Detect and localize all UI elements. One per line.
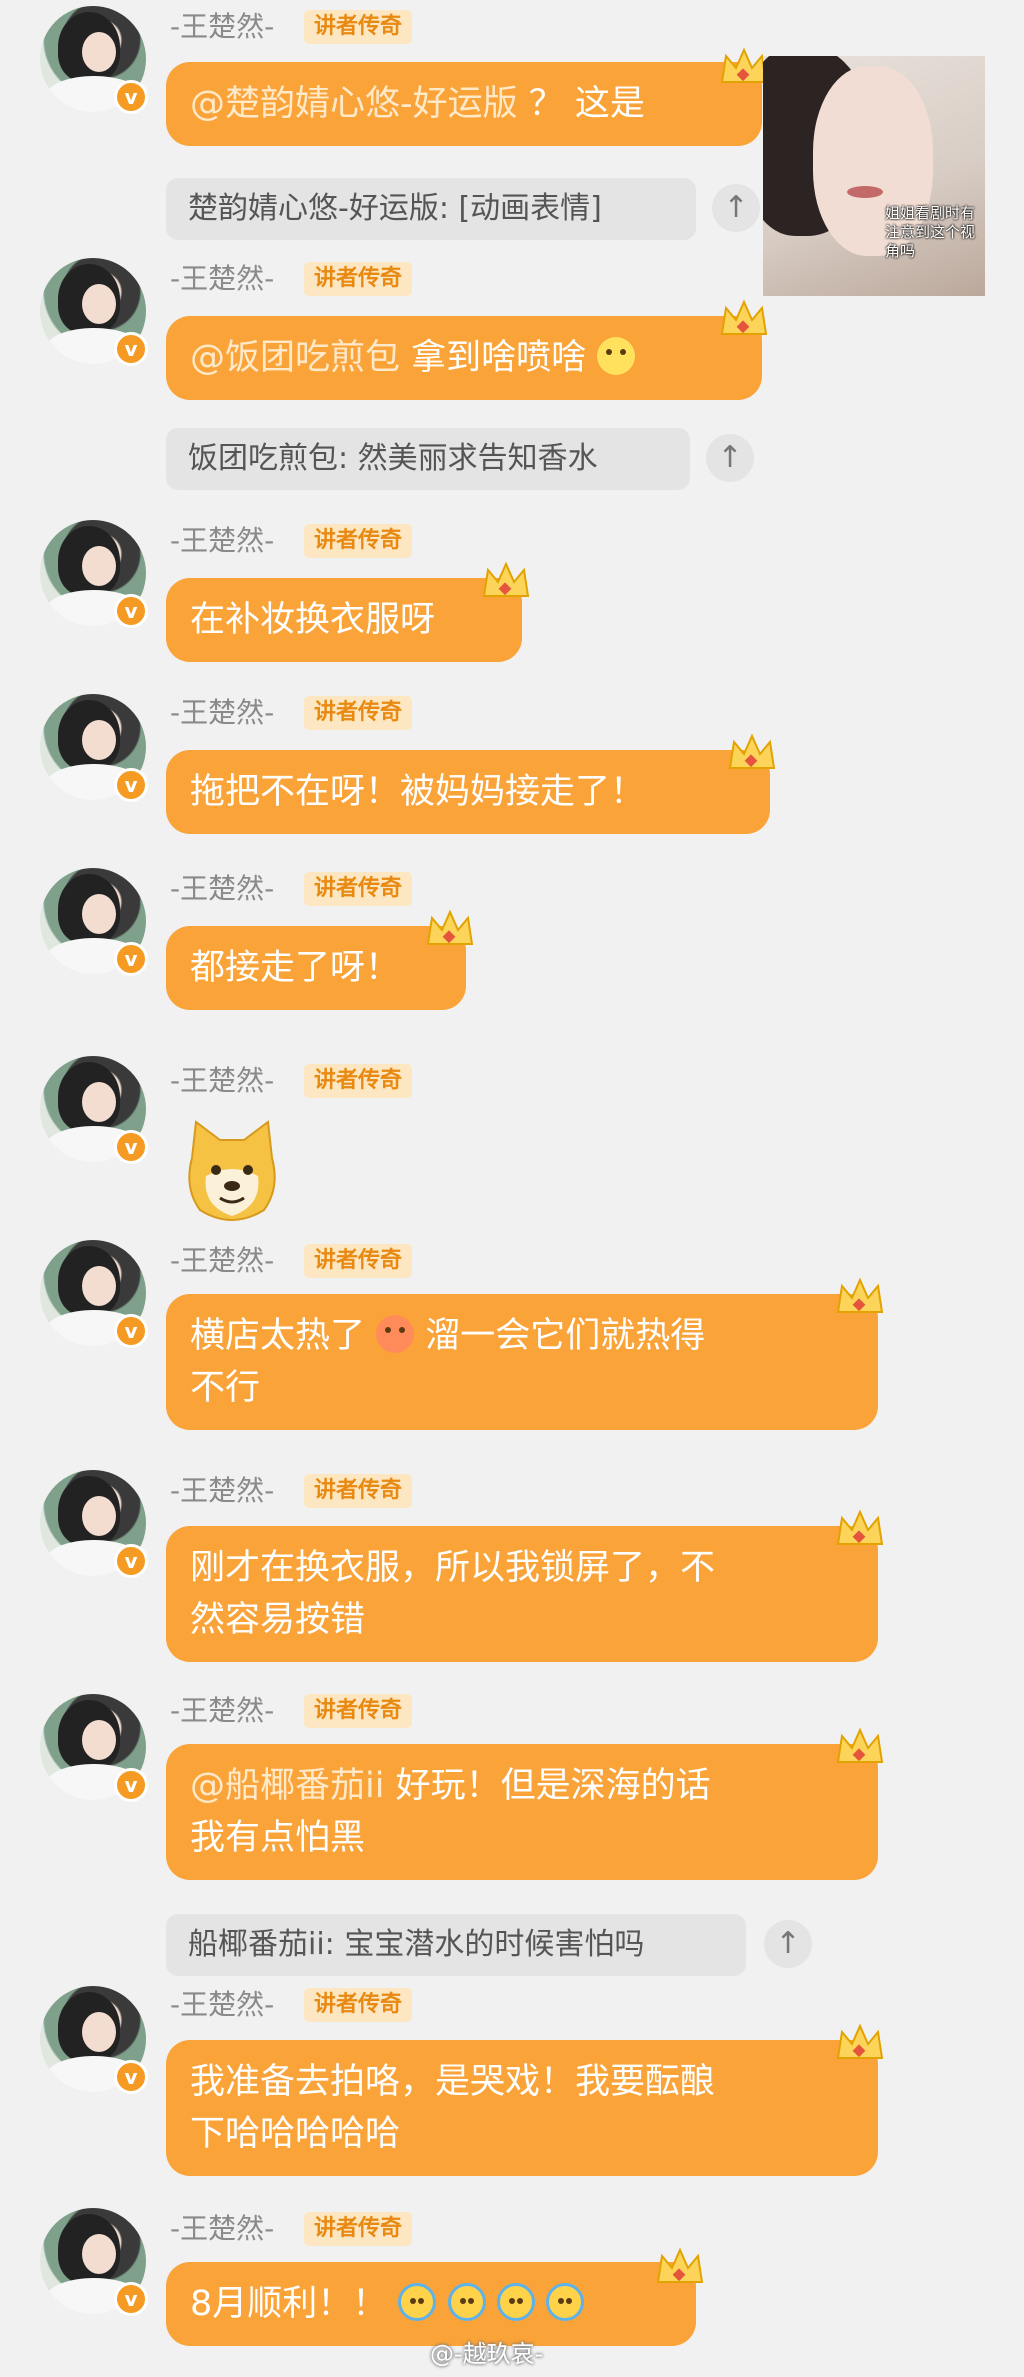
mention-link[interactable]: @饭团吃煎包 xyxy=(190,338,400,378)
sender-name: -王楚然- xyxy=(170,1988,275,2021)
sender-name: -王楚然- xyxy=(170,10,275,43)
crown-icon xyxy=(836,1727,884,1763)
reply-quote[interactable]: 饭团吃煎包: 然美丽求告知香水 xyxy=(166,428,690,490)
message-bubble[interactable]: @船椰番茄ii 好玩！但是深海的话 我有点怕黑 xyxy=(166,1744,878,1880)
verified-icon: v xyxy=(114,2282,148,2316)
crown-icon xyxy=(728,733,776,769)
message-text: 拖把不在呀！被妈妈接走了！ xyxy=(190,772,646,812)
speaker-badge: 讲者传奇 xyxy=(304,696,413,730)
crown-icon xyxy=(426,909,474,945)
speaker-badge: 讲者传奇 xyxy=(304,10,413,44)
crown-icon xyxy=(836,1509,884,1545)
photo-caption: 姐姐看剧时有注意到这个视角吗 xyxy=(885,204,976,260)
hot-face-icon xyxy=(376,1315,415,1353)
verified-icon: v xyxy=(114,2060,148,2094)
message-bubble[interactable]: 横店太热了 溜一会它们就热得 不行 xyxy=(166,1294,878,1430)
speaker-badge: 讲者传奇 xyxy=(304,1064,413,1098)
reply-quote[interactable]: 船椰番茄ii: 宝宝潜水的时候害怕吗 xyxy=(166,1914,746,1976)
message-text: 然容易按错 xyxy=(190,1600,366,1640)
message-text: 刚才在换衣服，所以我锁屏了，不 xyxy=(190,1548,716,1588)
speaker-badge: 讲者传奇 xyxy=(304,2212,413,2246)
mention-link[interactable]: @船椰番茄ii xyxy=(190,1766,384,1806)
message-text: 溜一会它们就热得 xyxy=(425,1316,706,1356)
message-text: 都接走了呀！ xyxy=(190,948,401,988)
crying-face-icon xyxy=(496,2283,535,2321)
photo-thumbnail[interactable]: 姐姐看剧时有注意到这个视角吗 xyxy=(763,56,985,296)
sender-name: -王楚然- xyxy=(170,1064,275,1097)
message-bubble[interactable]: 都接走了呀！ xyxy=(166,926,466,1010)
speaker-badge: 讲者传奇 xyxy=(304,524,413,558)
verified-icon: v xyxy=(114,1314,148,1348)
message-text: 好玩！但是深海的话 xyxy=(395,1766,711,1806)
crown-icon xyxy=(656,2247,704,2283)
crown-icon xyxy=(482,561,530,597)
speaker-badge: 讲者传奇 xyxy=(304,1988,413,2022)
sender-name: -王楚然- xyxy=(170,696,275,729)
reply-quote[interactable]: 楚韵婧心悠-好运版: [动画表情] xyxy=(166,178,696,240)
verified-icon: v xyxy=(114,942,148,976)
mention-link[interactable]: @楚韵婧心悠-好运版 xyxy=(190,84,518,124)
speaker-badge: 讲者传奇 xyxy=(304,1474,413,1508)
message-text: 不行 xyxy=(190,1368,261,1408)
message-bubble[interactable]: 拖把不在呀！被妈妈接走了！ xyxy=(166,750,770,834)
speaker-badge: 讲者传奇 xyxy=(304,1694,413,1728)
crying-face-icon xyxy=(398,2283,437,2321)
sender-name: -王楚然- xyxy=(170,262,275,295)
crown-icon xyxy=(836,2023,884,2059)
verified-icon: v xyxy=(114,594,148,628)
crying-face-icon xyxy=(447,2283,486,2321)
verified-icon: v xyxy=(114,1768,148,1802)
arrow-up-icon[interactable]: ↑ xyxy=(706,434,754,482)
verified-icon: v xyxy=(114,80,148,114)
arrow-up-icon[interactable]: ↑ xyxy=(764,1920,812,1968)
sender-name: -王楚然- xyxy=(170,872,275,905)
verified-icon: v xyxy=(114,1544,148,1578)
message-bubble[interactable]: 刚才在换衣服，所以我锁屏了，不 然容易按错 xyxy=(166,1526,878,1662)
message-text: 横店太热了 xyxy=(190,1316,366,1356)
message-bubble[interactable]: 在补妆换衣服呀 xyxy=(166,578,522,662)
arrow-up-icon[interactable]: ↑ xyxy=(712,184,760,232)
crown-icon xyxy=(836,1277,884,1313)
message-text: 拿到啥喷啥 xyxy=(411,338,587,378)
speaker-badge: 讲者传奇 xyxy=(304,872,413,906)
verified-icon: v xyxy=(114,332,148,366)
sender-name: -王楚然- xyxy=(170,1244,275,1277)
message-bubble[interactable]: @楚韵婧心悠-好运版 ？ 这是 xyxy=(166,62,762,146)
verified-icon: v xyxy=(114,768,148,802)
flushed-face-icon xyxy=(597,337,636,375)
doge-sticker-icon[interactable] xyxy=(180,1118,284,1226)
message-bubble[interactable]: 我准备去拍咯，是哭戏！我要酝酿 下哈哈哈哈哈 xyxy=(166,2040,878,2176)
speaker-badge: 讲者传奇 xyxy=(304,262,413,296)
sender-name: -王楚然- xyxy=(170,524,275,557)
watermark: @-越玖哀- xyxy=(430,2340,544,2368)
message-text: 我有点怕黑 xyxy=(190,1818,366,1858)
sender-name: -王楚然- xyxy=(170,1474,275,1507)
sender-name: -王楚然- xyxy=(170,1694,275,1727)
chat-screen: v -王楚然- 讲者传奇 @楚韵婧心悠-好运版 ？ 这是 楚韵婧心悠-好运版: … xyxy=(0,0,1024,2377)
message-text: 我准备去拍咯，是哭戏！我要酝酿 xyxy=(190,2062,716,2102)
crying-face-icon xyxy=(545,2283,584,2321)
message-text: 8月顺利！！ xyxy=(190,2284,388,2324)
message-bubble[interactable]: @饭团吃煎包 拿到啥喷啥 xyxy=(166,316,762,400)
crown-icon xyxy=(720,299,768,335)
message-text: 在补妆换衣服呀 xyxy=(190,600,436,640)
message-text: ？ 这是 xyxy=(528,84,645,124)
sender-name: -王楚然- xyxy=(170,2212,275,2245)
message-text: 下哈哈哈哈哈 xyxy=(190,2114,401,2154)
speaker-badge: 讲者传奇 xyxy=(304,1244,413,1278)
verified-icon: v xyxy=(114,1130,148,1164)
